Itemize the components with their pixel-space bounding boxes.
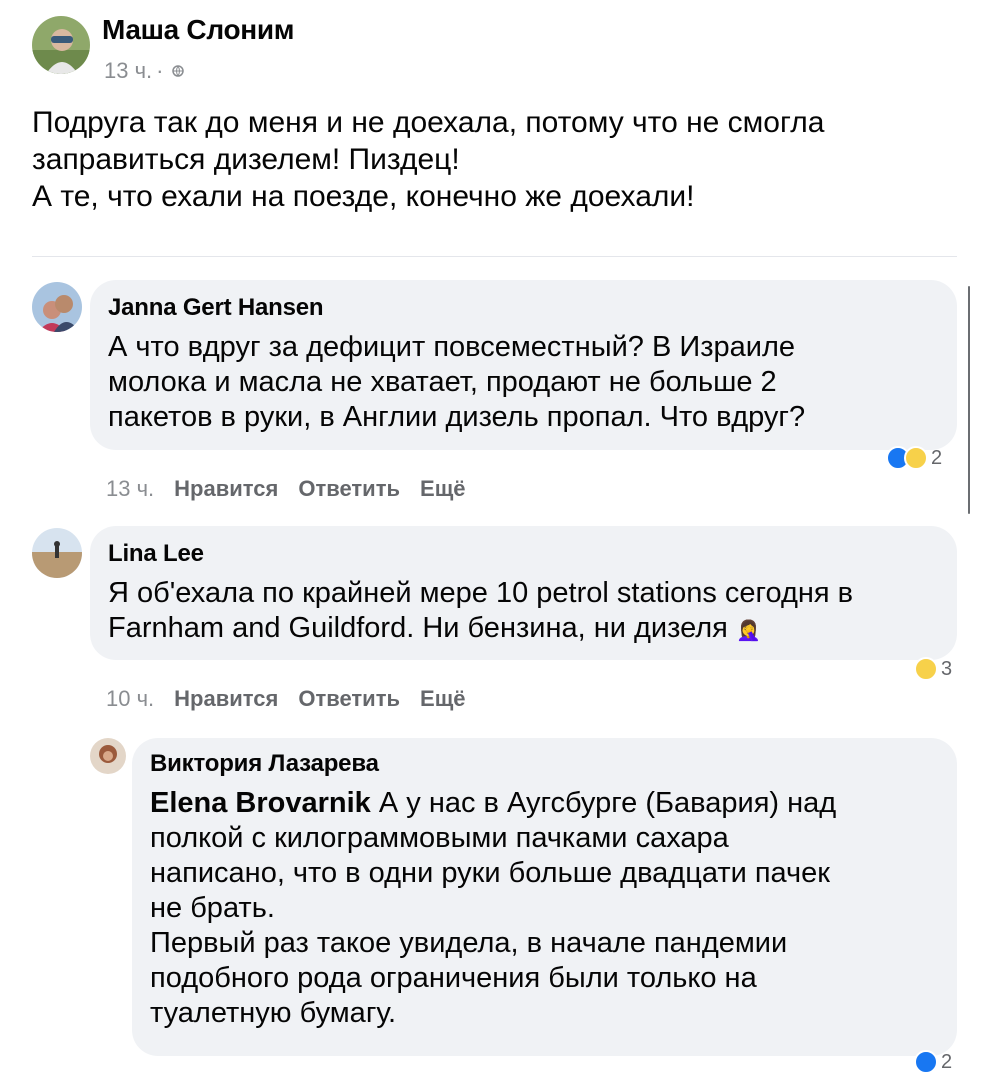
post-author-name[interactable]: Маша Слоним <box>102 14 295 46</box>
reaction-count: 2 <box>941 1050 953 1073</box>
comment-line: полкой с килограммовыми пачками сахара <box>150 822 729 854</box>
comment-line: туалетную бумагу. <box>150 997 397 1029</box>
more-button[interactable]: Ещё <box>420 686 465 712</box>
post-meta: 13 ч. · <box>104 58 184 84</box>
reply-avatar[interactable] <box>90 738 126 774</box>
comment-author[interactable]: Виктория Лазарева <box>150 750 379 778</box>
comment-line: не брать. <box>150 892 275 924</box>
reaction-count: 2 <box>931 446 943 469</box>
comment-text: Elena Brovarnik А у нас в Аугсбурге (Бав… <box>150 786 836 1031</box>
comment-line: Я об'ехала по крайней мере 10 petrol sta… <box>108 577 854 609</box>
comment-time[interactable]: 13 ч. <box>106 476 154 502</box>
comment-line-text: Farnham and Guildford. Ни бензина, ни ди… <box>108 612 728 644</box>
comment-text: А что вдруг за дефицит повсеместный? В И… <box>108 330 805 435</box>
wow-icon <box>904 446 928 470</box>
like-button[interactable]: Нравится <box>174 686 278 712</box>
reaction-summary[interactable]: 3 <box>914 657 952 681</box>
wow-icon <box>914 657 938 681</box>
reply-button[interactable]: Ответить <box>298 686 400 712</box>
comment-line: А что вдруг за дефицит повсеместный? В И… <box>108 331 796 363</box>
comment-bubble: Lina Lee Я об'ехала по крайней мере 10 p… <box>90 526 957 660</box>
comment-actions: 10 ч. Нравится Ответить Ещё <box>106 686 466 712</box>
comment-line: Elena Brovarnik А у нас в Аугсбурге (Бав… <box>150 786 836 821</box>
comment-bubble: Janna Gert Hansen А что вдруг за дефицит… <box>90 280 957 450</box>
post-line: Подруга так до меня и не доехала, потому… <box>32 106 825 139</box>
facepalm-emoji: 🤦‍♀️ <box>735 620 761 642</box>
comment-line: Farnham and Guildford. Ни бензина, ни ди… <box>108 611 853 649</box>
post-line: А те, что ехали на поезде, конечно же до… <box>32 180 695 213</box>
reply-bubble: Виктория Лазарева Elena Brovarnik А у на… <box>132 738 957 1056</box>
comment-text: Я об'ехала по крайней мере 10 petrol sta… <box>108 576 853 649</box>
comment-line: написано, что в одни руки больше двадцат… <box>150 857 830 889</box>
post-line: заправиться дизелем! Пиздец! <box>32 143 460 176</box>
comment-time[interactable]: 10 ч. <box>106 686 154 712</box>
comment-avatar[interactable] <box>32 282 82 332</box>
comment-line: молока и масла не хватает, продают не бо… <box>108 366 777 398</box>
post-author-avatar[interactable] <box>32 16 90 74</box>
like-icon <box>914 1050 938 1074</box>
comment-avatar[interactable] <box>32 528 82 578</box>
comment-author[interactable]: Lina Lee <box>108 540 204 568</box>
comment-line-text: А у нас в Аугсбурге (Бавария) над <box>370 787 837 819</box>
meta-separator: · <box>156 58 164 83</box>
comment-line: пакетов в руки, в Англии дизель пропал. … <box>108 401 806 433</box>
comment-actions: 13 ч. Нравится Ответить Ещё <box>106 476 466 502</box>
scrollbar[interactable] <box>968 286 970 514</box>
post-time[interactable]: 13 ч. <box>104 58 152 84</box>
comment-line: подобного рода ограничения были только н… <box>150 962 757 994</box>
post-body: Подруга так до меня и не доехала, потому… <box>32 104 962 215</box>
post-divider <box>32 256 957 257</box>
comment-author[interactable]: Janna Gert Hansen <box>108 294 324 322</box>
more-button[interactable]: Ещё <box>420 476 465 502</box>
reaction-count: 3 <box>941 657 953 680</box>
mention-link[interactable]: Elena Brovarnik <box>150 787 371 819</box>
comment-line: Первый раз такое увидела, в начале панде… <box>150 927 788 959</box>
reply-button[interactable]: Ответить <box>298 476 400 502</box>
globe-icon <box>171 65 184 77</box>
reaction-summary[interactable]: 2 <box>886 446 942 470</box>
reaction-summary[interactable]: 2 <box>914 1050 952 1074</box>
like-button[interactable]: Нравится <box>174 476 278 502</box>
